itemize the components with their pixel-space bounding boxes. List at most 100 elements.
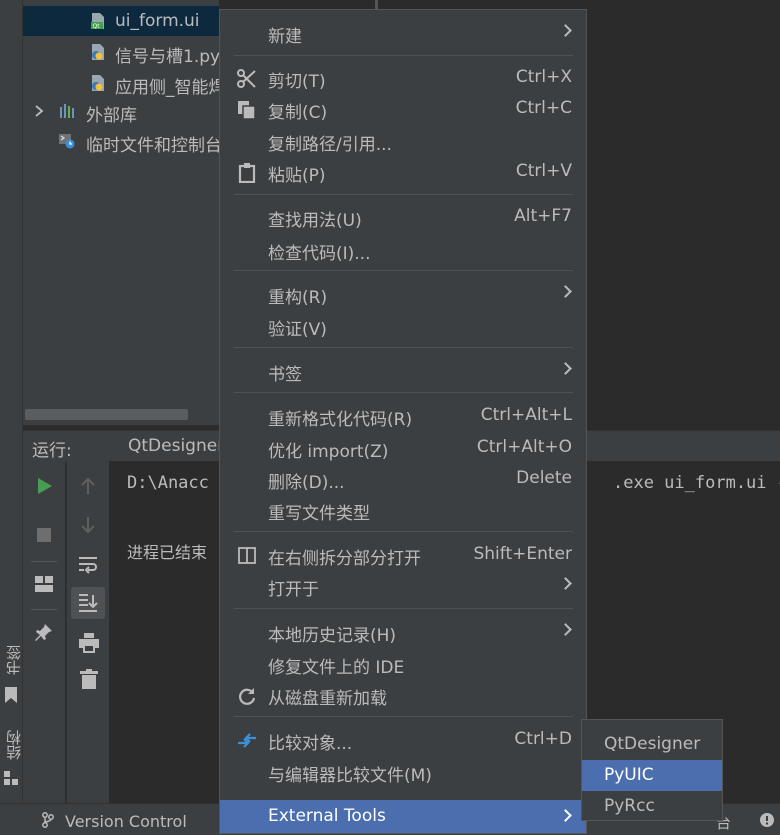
- structure-tab-label: 结构: [5, 730, 23, 760]
- layout-icon[interactable]: [35, 576, 53, 592]
- menu-separator: [234, 392, 573, 393]
- menu-item-shortcut: Ctrl+X: [515, 67, 572, 87]
- print-icon[interactable]: [79, 633, 99, 653]
- tree-item-external-libs[interactable]: 外部库: [23, 96, 219, 126]
- menu-separator: [234, 608, 573, 609]
- structure-icon: [4, 771, 18, 785]
- menu-item-shortcut: Alt+F7: [514, 206, 572, 226]
- menu-item-compare-with-editor[interactable]: 与编辑器比较文件(M): [220, 757, 586, 787]
- menu-item-shortcut: Ctrl+V: [515, 161, 572, 181]
- menu-item-shortcut: Delete: [516, 468, 572, 488]
- menu-item-validate[interactable]: 验证(V): [220, 311, 586, 341]
- run-label: 运行:: [32, 441, 72, 461]
- menu-separator: [234, 55, 573, 56]
- arrow-down-icon[interactable]: [80, 516, 96, 534]
- submenu-arrow-icon: [559, 577, 572, 590]
- menu-item-optimize-imports[interactable]: 优化 import(Z) Ctrl+Alt+O: [220, 433, 586, 463]
- menu-item-new[interactable]: 新建: [220, 18, 586, 48]
- tree-item-label: 应用侧_智能焊: [115, 78, 219, 98]
- left-tool-strip: 书签 结构: [0, 0, 23, 803]
- menu-item-copy-path[interactable]: 复制路径/引用...: [220, 126, 586, 156]
- version-control-tab[interactable]: Version Control: [65, 812, 187, 831]
- menu-item-label: 比较对象...: [268, 734, 353, 754]
- menu-separator: [234, 270, 573, 271]
- toolbar-divider: [31, 561, 57, 562]
- tree-item-app-side[interactable]: 应用侧_智能焊: [23, 68, 219, 98]
- tree-item-label: 临时文件和控制台: [86, 136, 219, 156]
- menu-item-label: 重写文件类型: [268, 504, 370, 524]
- menu-separator: [234, 194, 573, 195]
- menu-item-override-file-type[interactable]: 重写文件类型: [220, 495, 586, 525]
- menu-item-reformat-code[interactable]: 重新格式化代码(R) Ctrl+Alt+L: [220, 401, 586, 431]
- menu-item-find-usages[interactable]: 查找用法(U) Alt+F7: [220, 202, 586, 232]
- menu-item-label: 粘贴(P): [268, 166, 326, 186]
- vcs-branch-icon: [42, 812, 54, 828]
- run-toolbar-secondary: [66, 461, 109, 803]
- menu-item-label: 书签: [268, 365, 302, 385]
- stop-icon[interactable]: [37, 528, 51, 542]
- arrow-up-icon[interactable]: [80, 477, 96, 495]
- svg-text:Qt: Qt: [93, 23, 101, 29]
- menu-item-repair-ide[interactable]: 修复文件上的 IDE: [220, 649, 586, 679]
- tree-item-scratches[interactable]: 临时文件和控制台: [23, 126, 219, 156]
- menu-separator: [234, 347, 573, 348]
- trash-icon[interactable]: [80, 669, 98, 689]
- menu-item-local-history[interactable]: 本地历史记录(H): [220, 617, 586, 647]
- menu-item-refactor[interactable]: 重构(R): [220, 279, 586, 309]
- menu-item-bookmarks[interactable]: 书签: [220, 356, 586, 386]
- menu-item-label: 与编辑器比较文件(M): [268, 766, 432, 786]
- submenu-arrow-icon: [559, 623, 572, 636]
- menu-item-compare-with[interactable]: 比较对象... Ctrl+D: [220, 725, 586, 755]
- menu-item-label: 在右侧拆分部分打开: [268, 549, 421, 569]
- menu-item-label: 优化 import(Z): [268, 442, 389, 462]
- soft-wrap-icon[interactable]: [78, 556, 98, 574]
- menu-item-open-split-right[interactable]: 在右侧拆分部分打开 Shift+Enter: [220, 540, 586, 570]
- menu-item-cut[interactable]: 剪切(T) Ctrl+X: [220, 63, 586, 93]
- menu-item-paste[interactable]: 粘贴(P) Ctrl+V: [220, 157, 586, 187]
- python-file-icon: [92, 75, 104, 91]
- menu-item-inspect-code[interactable]: 检查代码(I)...: [220, 235, 586, 265]
- structure-tool-tab[interactable]: 结构: [0, 730, 23, 790]
- chevron-right-icon[interactable]: [35, 105, 44, 117]
- menu-item-label: 本地历史记录(H): [268, 626, 397, 646]
- event-log-icon[interactable]: [760, 813, 774, 827]
- submenu-item-qtdesigner[interactable]: QtDesigner: [582, 729, 722, 760]
- menu-item-label: 复制路径/引用...: [268, 135, 392, 155]
- qt-ui-file-icon: Qt: [91, 13, 104, 29]
- menu-item-label: 打开于: [268, 580, 319, 600]
- menu-item-label: 检查代码(I)...: [268, 244, 371, 264]
- menu-item-shortcut: Ctrl+D: [514, 729, 572, 749]
- console-line-command-tail: .exe ui_form.ui -: [613, 473, 780, 493]
- submenu-arrow-icon: [559, 285, 572, 298]
- submenu-item-pyuic[interactable]: PyUIC: [582, 760, 722, 791]
- tree-item-signal-slot[interactable]: 信号与槽1.py: [23, 37, 219, 67]
- tree-item-label: 信号与槽1.py: [115, 47, 219, 67]
- submenu-item-pyrcc[interactable]: PyRcc: [582, 791, 722, 822]
- menu-item-copy[interactable]: 复制(C) Ctrl+C: [220, 94, 586, 124]
- menu-item-external-tools[interactable]: External Tools: [220, 800, 586, 833]
- submenu-item-label: QtDesigner: [604, 734, 701, 754]
- pin-icon[interactable]: [35, 623, 53, 641]
- menu-item-shortcut: Ctrl+Alt+O: [476, 437, 572, 457]
- run-tab-qtdesigner[interactable]: QtDesigner: [128, 436, 224, 456]
- menu-item-delete[interactable]: 删除(D)... Delete: [220, 464, 586, 494]
- console-line-finished: 进程已结束: [127, 543, 208, 562]
- scroll-to-end-icon: [79, 594, 98, 612]
- menu-item-label: 剪切(T): [268, 72, 326, 92]
- menu-item-label: 修复文件上的 IDE: [268, 658, 405, 678]
- menu-item-reload-from-disk[interactable]: 从磁盘重新加载: [220, 680, 586, 710]
- run-icon[interactable]: [37, 477, 53, 495]
- bookmarks-tool-tab[interactable]: 书签: [0, 645, 23, 715]
- menu-item-shortcut: Ctrl+Alt+L: [480, 405, 572, 425]
- tree-horizontal-scrollbar[interactable]: [25, 409, 188, 420]
- menu-item-label: 重构(R): [268, 288, 328, 308]
- menu-item-label: 新建: [268, 27, 302, 47]
- menu-item-label: External Tools: [268, 806, 386, 826]
- menu-item-open-in[interactable]: 打开于: [220, 571, 586, 601]
- tree-item-label: ui_form.ui: [115, 11, 200, 31]
- python-file-icon: [92, 44, 104, 60]
- scroll-to-end-button[interactable]: [71, 587, 105, 619]
- tree-item-ui-form[interactable]: Qt ui_form.ui: [23, 6, 219, 36]
- submenu-arrow-icon: [559, 809, 572, 822]
- split-right-icon: [238, 547, 256, 564]
